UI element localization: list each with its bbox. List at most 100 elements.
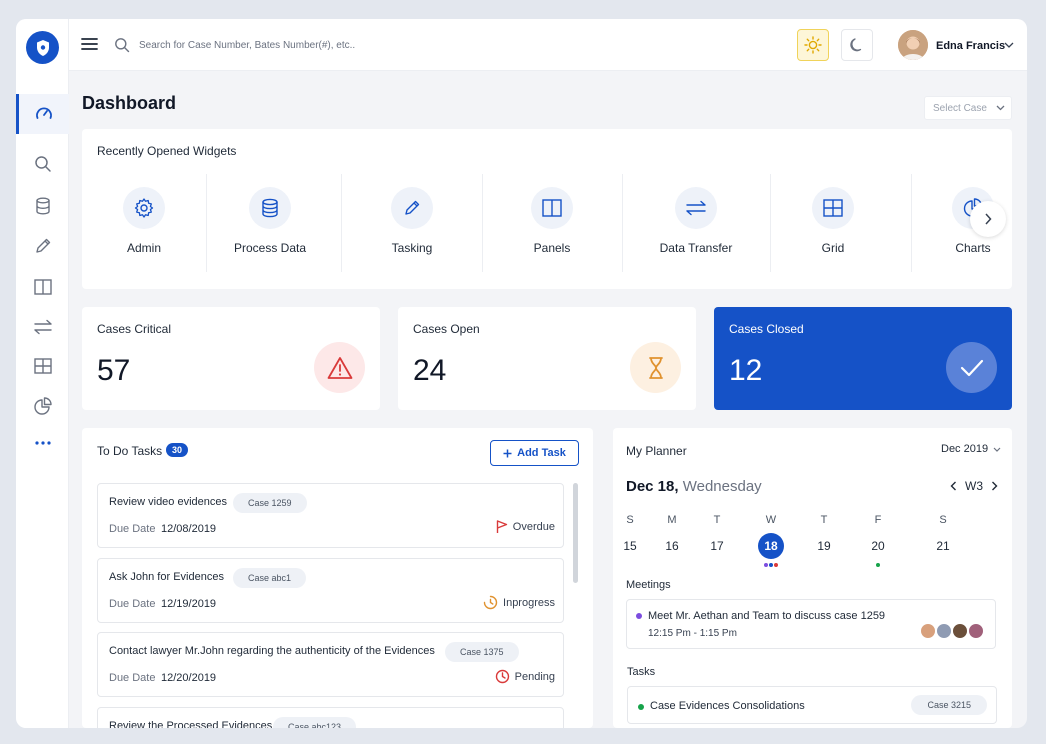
- calendar-day[interactable]: 19: [811, 533, 837, 559]
- due-date-value: 12/20/2019: [161, 672, 217, 684]
- sidebar-item-transfer[interactable]: [16, 307, 69, 347]
- stat-label: Cases Closed: [729, 322, 804, 336]
- stat-value: 24: [413, 354, 447, 387]
- selected-date-main: Dec 18,: [626, 478, 679, 495]
- calendar-day[interactable]: 16: [659, 533, 685, 559]
- task-status: Inprogress: [483, 595, 555, 610]
- divider: [206, 174, 207, 272]
- moon-icon: [850, 38, 862, 52]
- task-card[interactable]: Review video evidences Case 1259 Due Dat…: [97, 483, 564, 548]
- add-task-label: Add Task: [517, 447, 566, 459]
- case-badge[interactable]: Case abc1: [233, 568, 307, 588]
- case-badge[interactable]: Case 3215: [911, 695, 987, 715]
- weekday-name: F: [874, 514, 882, 526]
- calendar-day[interactable]: 17: [704, 533, 730, 559]
- search-input[interactable]: [139, 35, 459, 55]
- task-title: Contact lawyer Mr.John regarding the aut…: [109, 645, 435, 657]
- sun-icon: [804, 36, 822, 54]
- task-status-label: Overdue: [512, 521, 555, 533]
- month-selector[interactable]: Dec 2019: [941, 443, 1001, 455]
- task-dot: [638, 704, 644, 710]
- weekday-name: M: [667, 514, 677, 526]
- meetings-title: Meetings: [626, 579, 671, 591]
- todo-title: To Do Tasks: [97, 444, 163, 458]
- case-badge[interactable]: Case abc123: [273, 717, 357, 728]
- more-dots-icon: [34, 441, 51, 445]
- sidebar-item-database[interactable]: [16, 186, 69, 226]
- plus-icon: [503, 449, 512, 457]
- hamburger-menu-icon[interactable]: [81, 37, 98, 51]
- widget-admin[interactable]: Admin: [104, 174, 184, 274]
- case-badge[interactable]: Case 1375: [445, 642, 519, 662]
- user-name[interactable]: Edna Francis: [936, 40, 1005, 52]
- cases-closed-card[interactable]: Cases Closed 12: [714, 307, 1012, 410]
- checkmark-icon: [946, 342, 997, 393]
- panels-icon: [33, 279, 52, 295]
- due-date-label: Due Date: [109, 523, 156, 535]
- user-avatar[interactable]: [898, 30, 928, 60]
- hourglass-icon: [630, 342, 681, 393]
- sidebar-item-search[interactable]: [16, 144, 69, 184]
- case-badge[interactable]: Case 1259: [233, 493, 307, 513]
- speedometer-icon: [36, 107, 52, 119]
- task-card[interactable]: Review the Processed Evidences Case abc1…: [97, 707, 564, 728]
- event-dot: [876, 563, 880, 567]
- stat-label: Cases Critical: [97, 322, 172, 336]
- widgets-next-button[interactable]: [970, 201, 1006, 237]
- pie-chart-icon: [33, 397, 52, 415]
- planner-task-card[interactable]: Case Evidences Consolidations Case 3215: [627, 686, 997, 724]
- calendar-day[interactable]: 20: [865, 533, 891, 559]
- chevron-right-icon[interactable]: [991, 481, 998, 491]
- light-mode-button[interactable]: [797, 29, 829, 61]
- calendar-day[interactable]: 21: [930, 533, 956, 559]
- task-title: Review video evidences: [109, 496, 228, 508]
- widget-panels[interactable]: Panels: [512, 174, 592, 274]
- dark-mode-button[interactable]: [841, 29, 873, 61]
- cases-critical-card[interactable]: Cases Critical 57: [82, 307, 380, 410]
- weekday-name: T: [713, 514, 721, 526]
- task-status: Pending: [495, 669, 555, 684]
- widget-process-data[interactable]: Process Data: [222, 174, 318, 274]
- widget-tasking[interactable]: Tasking: [372, 174, 452, 274]
- widget-grid[interactable]: Grid: [793, 174, 873, 274]
- calendar-day[interactable]: 15: [617, 533, 643, 559]
- sidebar-item-more[interactable]: [16, 423, 69, 463]
- sidebar-item-tasking[interactable]: [16, 226, 69, 266]
- todo-scrollbar[interactable]: [573, 483, 578, 583]
- add-task-button[interactable]: Add Task: [490, 440, 579, 466]
- app-logo[interactable]: [26, 31, 59, 64]
- transfer-icon: [675, 187, 717, 229]
- widget-label: Tasking: [391, 241, 433, 255]
- widget-label: Admin: [126, 241, 161, 255]
- weekday-name: W: [765, 514, 777, 526]
- sidebar-item-charts[interactable]: [16, 386, 69, 426]
- database-icon: [249, 187, 291, 229]
- calendar-day-selected[interactable]: 18: [758, 533, 784, 559]
- sidebar-item-panels[interactable]: [16, 267, 69, 307]
- widget-data-transfer[interactable]: Data Transfer: [648, 174, 744, 274]
- widget-label: Process Data: [233, 241, 307, 255]
- due-date-value: 12/08/2019: [161, 523, 217, 535]
- warning-icon: [314, 342, 365, 393]
- app-window: Edna Francis Dashboard Select Case Recen…: [16, 19, 1027, 728]
- task-title: Ask John for Evidences: [109, 571, 224, 583]
- sidebar-item-dashboard[interactable]: [16, 94, 69, 134]
- chevron-left-icon[interactable]: [950, 481, 957, 491]
- transfer-icon: [33, 319, 52, 335]
- gear-icon: [123, 187, 165, 229]
- week-label: W3: [965, 479, 983, 493]
- cases-open-card[interactable]: Cases Open 24: [398, 307, 696, 410]
- select-case-dropdown[interactable]: Select Case: [924, 96, 1012, 120]
- chevron-down-icon[interactable]: [1004, 42, 1014, 48]
- tasks-title: Tasks: [627, 666, 656, 678]
- search-icon: [115, 38, 130, 53]
- sidebar-item-grid[interactable]: [16, 346, 69, 386]
- planner-task-title: Case Evidences Consolidations: [650, 700, 805, 712]
- task-card[interactable]: Contact lawyer Mr.John regarding the aut…: [97, 632, 564, 697]
- due-date-label: Due Date: [109, 598, 156, 610]
- task-card[interactable]: Ask John for Evidences Case abc1 Due Dat…: [97, 558, 564, 623]
- meeting-card[interactable]: Meet Mr. Aethan and Team to discuss case…: [626, 599, 996, 649]
- event-dot: [774, 563, 778, 567]
- flag-icon: [496, 520, 507, 533]
- widget-label: Data Transfer: [659, 241, 733, 255]
